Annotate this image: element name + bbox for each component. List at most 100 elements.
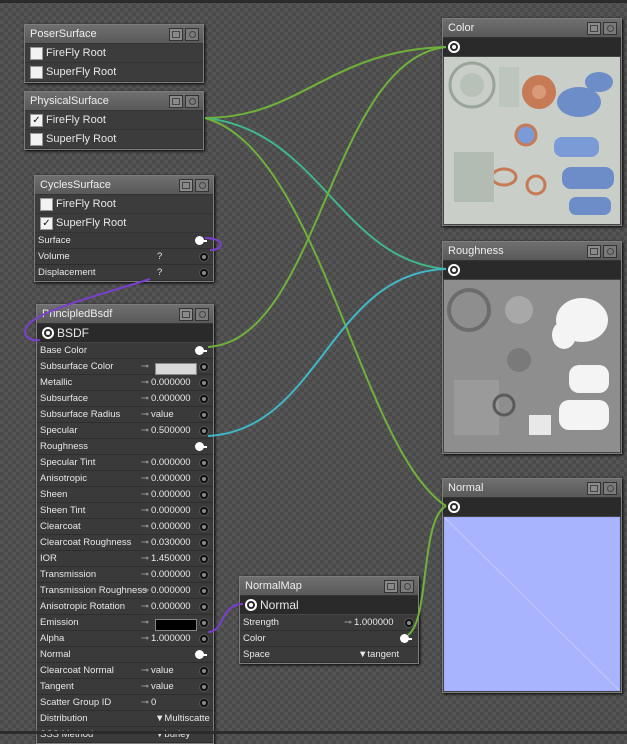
subsurface-color-swatch[interactable] xyxy=(155,363,197,375)
input-socket-icon[interactable] xyxy=(199,634,209,644)
input-socket-icon[interactable] xyxy=(199,554,209,564)
cycles-surface-node[interactable]: CyclesSurface FireFly Root ✓ SuperFly Ro… xyxy=(34,175,214,282)
input-socket-icon[interactable] xyxy=(199,666,209,676)
param-row[interactable]: Transmission ⊸ 0.000000 xyxy=(37,567,213,583)
input-socket-icon[interactable] xyxy=(199,474,209,484)
param-value[interactable]: ⊸ 0.000000 xyxy=(141,601,191,612)
param-row[interactable]: Metallic ⊸ 0.000000 xyxy=(37,375,213,391)
volume-input-row[interactable]: Volume ? xyxy=(35,249,213,265)
param-row[interactable]: Subsurface Radius ⊸ value xyxy=(37,407,213,423)
param-row[interactable]: Specular Tint ⊸ 0.000000 xyxy=(37,455,213,471)
input-socket-icon[interactable] xyxy=(199,268,209,278)
input-socket-icon[interactable] xyxy=(199,252,209,262)
preview-icon[interactable] xyxy=(185,28,199,41)
param-value[interactable]: ⊸ value xyxy=(141,409,174,420)
node-header[interactable]: NormalMap xyxy=(240,577,418,596)
param-row[interactable]: Anisotropic ⊸ 0.000000 xyxy=(37,471,213,487)
node-header[interactable]: Color xyxy=(443,19,621,38)
param-row[interactable]: Subsurface Color ⊸ xyxy=(37,359,213,375)
preview-icon[interactable] xyxy=(603,22,617,35)
param-row[interactable]: Base Color xyxy=(37,343,213,359)
param-row[interactable]: Roughness xyxy=(37,439,213,455)
strength-row[interactable]: Strength ⊸ 1.000000 xyxy=(240,615,418,631)
input-socket-icon[interactable] xyxy=(199,378,209,388)
param-row[interactable]: Clearcoat ⊸ 0.000000 xyxy=(37,519,213,535)
preview-icon[interactable] xyxy=(603,245,617,258)
param-row[interactable]: Clearcoat Roughness ⊸ 0.030000 xyxy=(37,535,213,551)
node-header[interactable]: PoserSurface xyxy=(25,25,203,44)
param-value[interactable]: ⊸ 0.000000 xyxy=(141,489,191,500)
output-socket-icon[interactable] xyxy=(448,264,460,276)
collapse-icon[interactable] xyxy=(587,22,601,35)
param-value[interactable]: ⊸ xyxy=(141,361,197,375)
collapse-icon[interactable] xyxy=(587,245,601,258)
input-socket-icon[interactable] xyxy=(195,650,207,659)
node-header[interactable]: CyclesSurface xyxy=(35,176,213,195)
normal-output[interactable]: Normal xyxy=(240,596,418,615)
poser-surface-node[interactable]: PoserSurface FireFly Root SuperFly Root xyxy=(24,24,204,83)
param-row[interactable]: IOR ⊸ 1.450000 xyxy=(37,551,213,567)
input-socket-icon[interactable] xyxy=(199,538,209,548)
param-value[interactable]: ⊸ 1.000000 xyxy=(141,633,191,644)
param-value[interactable]: ⊸ 0.000000 xyxy=(141,393,191,404)
firefly-root-row[interactable]: FireFly Root xyxy=(35,195,213,214)
output-socket-icon[interactable] xyxy=(448,41,460,53)
firefly-root-row[interactable]: FireFly Root xyxy=(25,44,203,63)
node-header[interactable]: PhysicalSurface xyxy=(25,92,203,111)
input-socket-icon[interactable] xyxy=(199,570,209,580)
checkbox[interactable] xyxy=(30,66,43,79)
param-row[interactable]: Normal xyxy=(37,647,213,663)
param-row[interactable]: Subsurface ⊸ 0.000000 xyxy=(37,391,213,407)
param-value[interactable]: ⊸ 0.500000 xyxy=(141,425,191,436)
checkbox[interactable] xyxy=(40,198,53,211)
preview-icon[interactable] xyxy=(195,308,209,321)
input-socket-icon[interactable] xyxy=(404,618,414,628)
param-value[interactable]: ⊸ 0.000000 xyxy=(141,377,191,388)
input-socket-icon[interactable] xyxy=(199,506,209,516)
input-socket-icon[interactable] xyxy=(400,634,412,643)
input-socket-icon[interactable] xyxy=(199,362,209,372)
input-socket-icon[interactable] xyxy=(195,442,207,451)
superfly-root-row[interactable]: ✓ SuperFly Root xyxy=(35,214,213,233)
output-socket-icon[interactable] xyxy=(42,327,54,339)
collapse-icon[interactable] xyxy=(169,28,183,41)
collapse-icon[interactable] xyxy=(179,179,193,192)
preview-icon[interactable] xyxy=(400,580,414,593)
collapse-icon[interactable] xyxy=(179,308,193,321)
param-value[interactable]: ⊸ 0.000000 xyxy=(141,473,191,484)
param-value[interactable]: ⊸ 0.000000 xyxy=(141,457,191,468)
param-value[interactable]: ⊸ 0.030000 xyxy=(141,537,191,548)
param-dropdown[interactable]: ▼Multiscatte xyxy=(155,713,210,724)
preview-icon[interactable] xyxy=(195,179,209,192)
input-socket-icon[interactable] xyxy=(199,410,209,420)
input-socket-icon[interactable] xyxy=(199,586,209,596)
input-socket-icon[interactable] xyxy=(199,394,209,404)
param-value[interactable]: ⊸ 0.000000 xyxy=(141,569,191,580)
input-socket-icon[interactable] xyxy=(199,698,209,708)
input-socket-icon[interactable] xyxy=(199,522,209,532)
param-row[interactable]: Sheen Tint ⊸ 0.000000 xyxy=(37,503,213,519)
param-row[interactable]: SSS Method ▼burley xyxy=(37,727,213,743)
input-socket-icon[interactable] xyxy=(199,618,209,628)
input-socket-icon[interactable] xyxy=(195,236,207,245)
checkbox[interactable] xyxy=(30,47,43,60)
preview-icon[interactable] xyxy=(185,95,199,108)
param-value[interactable]: ⊸ 0.000000 xyxy=(141,521,191,532)
param-row[interactable]: Clearcoat Normal ⊸ value xyxy=(37,663,213,679)
emission-color-swatch[interactable] xyxy=(155,619,197,631)
preview-icon[interactable] xyxy=(603,482,617,495)
collapse-icon[interactable] xyxy=(169,95,183,108)
collapse-icon[interactable] xyxy=(587,482,601,495)
input-socket-icon[interactable] xyxy=(199,490,209,500)
node-header[interactable]: Normal xyxy=(443,479,621,498)
output-socket-icon[interactable] xyxy=(448,501,460,513)
param-row[interactable]: Sheen ⊸ 0.000000 xyxy=(37,487,213,503)
param-row[interactable]: Distribution ▼Multiscatte xyxy=(37,711,213,727)
input-socket-icon[interactable] xyxy=(199,458,209,468)
param-value[interactable]: ⊸ value xyxy=(141,665,174,676)
node-header[interactable]: Roughness xyxy=(443,242,621,261)
color-row[interactable]: Color xyxy=(240,631,418,647)
surface-input-row[interactable]: Surface xyxy=(35,233,213,249)
checkbox[interactable] xyxy=(30,133,43,146)
checkbox-checked[interactable]: ✓ xyxy=(30,114,43,127)
